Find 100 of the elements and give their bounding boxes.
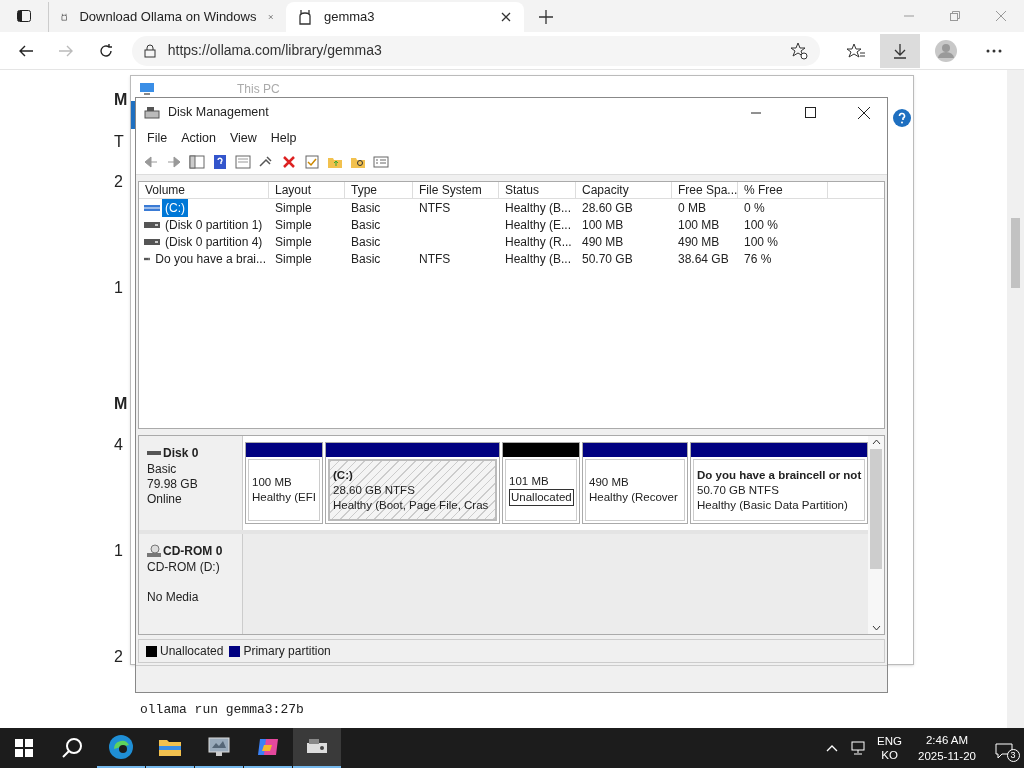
table-cell-text: NTFS bbox=[418, 199, 452, 217]
network-icon bbox=[851, 741, 868, 755]
drive-icon bbox=[144, 220, 160, 229]
back-arrow-icon bbox=[143, 153, 159, 170]
downloads-button[interactable] bbox=[880, 33, 921, 68]
table-cell-text: Simple bbox=[274, 233, 313, 251]
close-icon bbox=[858, 106, 870, 119]
menu-item[interactable]: Action bbox=[174, 128, 223, 148]
url-text: https://ollama.com/library/gemma3 bbox=[167, 41, 383, 60]
legend-label: Unallocated bbox=[160, 643, 224, 660]
llama-icon bbox=[298, 9, 312, 25]
table-cell-text: 76 % bbox=[743, 250, 773, 268]
page-text: M bbox=[114, 90, 128, 110]
partition[interactable]: 100 MB Healthy (EFI bbox=[245, 442, 323, 524]
windows-logo-icon bbox=[15, 739, 33, 757]
partition[interactable]: 101 MB Unallocated bbox=[502, 442, 580, 524]
avatar-icon bbox=[935, 39, 958, 62]
partition-info: 28.60 GB NTFS bbox=[333, 482, 415, 498]
partition-info: 101 MB bbox=[509, 474, 549, 489]
column-header[interactable]: % Free bbox=[738, 182, 828, 198]
partition-info: Unallocated bbox=[509, 489, 574, 506]
taskbar-app[interactable] bbox=[293, 728, 341, 768]
table-cell-text: 0 % bbox=[743, 199, 766, 217]
partition-info: Healthy (Basic Data Partition) bbox=[697, 497, 848, 513]
page-text: 2 bbox=[114, 647, 123, 667]
table-cell-text: 490 MB bbox=[581, 233, 625, 251]
table-cell-text: Simple bbox=[274, 199, 313, 217]
table-cell-text: Simple bbox=[274, 216, 313, 234]
minimize-icon bbox=[751, 111, 761, 114]
tab-title: gemma3 bbox=[324, 8, 376, 27]
help-icon bbox=[212, 153, 228, 170]
page-text: M bbox=[114, 394, 128, 414]
scroll-down-icon bbox=[871, 625, 881, 631]
legend-label: Primary partition bbox=[243, 643, 331, 660]
browser-tab[interactable]: gemma3 bbox=[286, 2, 524, 32]
table-cell-text: Basic bbox=[350, 199, 382, 217]
window-title: Disk Management bbox=[168, 104, 270, 122]
page-text: T bbox=[114, 132, 124, 152]
drive-label[interactable]: (Disk 0 partition 4) bbox=[162, 232, 266, 251]
more-icon bbox=[986, 48, 1003, 53]
clock[interactable]: 2:46 AM 2025-11-20 bbox=[918, 732, 976, 764]
menu-item[interactable]: File bbox=[140, 128, 175, 148]
table-cell-text: 490 MB bbox=[677, 233, 721, 251]
drive-label[interactable]: Do you have a brai... bbox=[152, 249, 269, 268]
partition[interactable]: (C:) 28.60 GB NTFS Healthy (Boot, Page File, Cras bbox=[325, 442, 500, 524]
column-header[interactable]: Free Spa... bbox=[672, 182, 738, 198]
browser-icon bbox=[108, 734, 134, 760]
partition[interactable]: Do you have a braincell or not 50.70 GB NTFS Healthy (Basic Data Partition) bbox=[690, 442, 869, 524]
date-text: 2025-11-20 bbox=[918, 749, 976, 764]
disk-info: No Media bbox=[147, 590, 200, 605]
restore-icon bbox=[950, 11, 960, 21]
list-icon bbox=[373, 153, 389, 170]
table-cell-text: 100 MB bbox=[677, 216, 721, 234]
computer-icon bbox=[139, 81, 155, 96]
menu-item[interactable]: Help bbox=[263, 128, 304, 148]
column-header[interactable]: Capacity bbox=[576, 182, 672, 198]
language-text: ENG bbox=[877, 734, 902, 748]
add-favorite-icon bbox=[790, 41, 809, 60]
command-text: ollama run gemma3:27b bbox=[140, 701, 304, 719]
search-icon bbox=[61, 737, 83, 759]
disk-info: CD-ROM (D:) bbox=[147, 560, 221, 575]
page-text: 1 bbox=[114, 541, 123, 561]
notifications-button[interactable]: 3 bbox=[990, 728, 1024, 768]
menu-item[interactable]: View bbox=[222, 128, 264, 148]
window-title: This PC bbox=[237, 80, 280, 98]
address-field[interactable]: https://ollama.com/library/gemma3 bbox=[131, 35, 821, 66]
table-cell-text: 28.60 GB bbox=[581, 199, 634, 217]
column-header[interactable]: File System bbox=[413, 182, 499, 198]
table-cell-text: 100 % bbox=[743, 216, 780, 234]
page-scrollbar[interactable] bbox=[1007, 70, 1024, 728]
chevron-up-icon bbox=[826, 744, 839, 752]
partition-info: 100 MB bbox=[252, 475, 292, 490]
column-header[interactable]: Type bbox=[345, 182, 413, 198]
panel-icon bbox=[189, 153, 205, 170]
time-text: 2:46 AM bbox=[925, 733, 969, 748]
partition-info: Healthy (EFI bbox=[252, 490, 316, 505]
layout-text: KO bbox=[881, 748, 898, 762]
plus-icon bbox=[539, 10, 553, 24]
table-cell-text: 38.64 GB bbox=[677, 250, 730, 268]
checkmark-icon bbox=[304, 153, 320, 170]
partition[interactable]: 490 MB Healthy (Recover bbox=[582, 442, 688, 524]
graph-scrollbar[interactable] bbox=[868, 436, 884, 634]
favorites-icon bbox=[847, 42, 866, 59]
disk-info: Online bbox=[147, 492, 183, 507]
column-header[interactable]: Status bbox=[499, 182, 576, 198]
language-indicator[interactable]: ENG KO bbox=[877, 734, 902, 762]
column-header[interactable]: Volume bbox=[139, 182, 269, 198]
drive-label[interactable]: (Disk 0 partition 1) bbox=[162, 215, 266, 234]
minimize-icon bbox=[904, 15, 914, 17]
table-cell-text: 50.70 GB bbox=[581, 250, 634, 268]
table-cell-text: Healthy (E... bbox=[504, 216, 573, 234]
table-cell-text: Healthy (R... bbox=[504, 233, 573, 251]
page-text: 4 bbox=[114, 435, 123, 455]
partition-name: Do you have a braincell or not bbox=[697, 467, 862, 483]
column-header[interactable]: Layout bbox=[269, 182, 345, 198]
message-icon bbox=[994, 743, 1013, 759]
disk-name: Disk 0 bbox=[163, 445, 199, 462]
table-cell-text: Simple bbox=[274, 250, 313, 268]
partition-info: Healthy (Boot, Page File, Cras bbox=[333, 497, 489, 513]
monitor-icon bbox=[207, 736, 231, 758]
